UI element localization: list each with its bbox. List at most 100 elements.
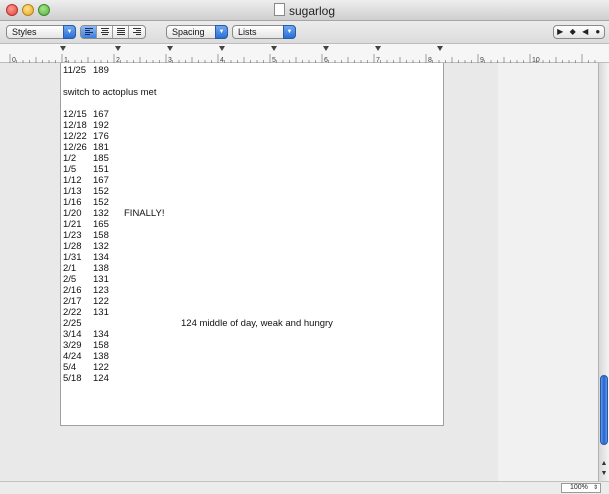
text-run: 1/12 <box>63 175 82 186</box>
text-run: 1/20 <box>63 208 82 219</box>
styles-popup[interactable]: Styles ▼ <box>6 25 76 39</box>
right-tab-icon[interactable]: ▶ <box>554 26 567 38</box>
text-run: 1/28 <box>63 241 82 252</box>
title-bar: sugarlog <box>0 0 609 21</box>
text-run: 2/5 <box>63 274 77 285</box>
align-justify-icon <box>117 28 125 36</box>
text-run: 132 <box>93 208 109 219</box>
text-run: 185 <box>93 153 109 164</box>
tab-stop-icon[interactable] <box>375 46 381 51</box>
spacing-popup-label: Spacing <box>172 27 205 37</box>
text-run: 2/16 <box>63 285 82 296</box>
text-run: 12/18 <box>63 120 87 131</box>
text-run: 2/25 <box>63 318 82 329</box>
document-page[interactable]: 11/25 189 switch to actoplus met 12/15 167 12… <box>60 63 444 426</box>
scroll-up-icon[interactable]: ▲ <box>599 459 609 469</box>
text-run: 1/21 <box>63 219 82 230</box>
window-title: sugarlog <box>288 4 336 18</box>
left-tab-icon[interactable]: ◀ <box>579 26 592 38</box>
text-run: 165 <box>93 219 109 230</box>
text-run: 122 <box>93 362 109 373</box>
text-run: 167 <box>93 109 109 120</box>
align-center-icon <box>101 28 109 36</box>
text-run: 1/31 <box>63 252 82 263</box>
text-run: 11/25 <box>63 65 87 76</box>
align-justify-button[interactable] <box>113 26 129 38</box>
tab-stop-icon[interactable] <box>219 46 225 51</box>
tab-stop-icon[interactable] <box>115 46 121 51</box>
text-run: 124 <box>93 373 109 384</box>
styles-popup-label: Styles <box>12 27 37 37</box>
text-run: FINALLY! <box>124 208 165 219</box>
scroll-down-icon[interactable]: ▼ <box>599 469 609 479</box>
chevron-down-icon: ▼ <box>215 25 228 39</box>
text-run: 2/1 <box>63 263 77 274</box>
text-run: 158 <box>93 340 109 351</box>
text-run: 1/13 <box>63 186 82 197</box>
text-run: 2/22 <box>63 307 82 318</box>
text-run: 122 <box>93 296 109 307</box>
center-tab-icon[interactable]: ● <box>592 26 605 38</box>
text-run: 132 <box>93 241 109 252</box>
decimal-tab-icon[interactable]: ◆ <box>567 26 580 38</box>
text-run: 3/14 <box>63 329 82 340</box>
text-run: 134 <box>93 329 109 340</box>
page-margin <box>498 63 598 481</box>
vertical-scrollbar[interactable]: ▲ ▼ <box>598 63 609 481</box>
format-toolbar: Styles ▼ Spacing ▼ Lists ▼ ▶ ◆ ◀ ● <box>0 21 609 43</box>
alignment-control <box>80 25 146 39</box>
align-left-icon <box>85 28 93 36</box>
text-run: 152 <box>93 197 109 208</box>
zoom-value: 100% <box>570 484 588 491</box>
align-center-button[interactable] <box>97 26 113 38</box>
text-run: switch to actoplus met <box>63 87 157 98</box>
chevron-updown-icon: ⇕ <box>592 485 598 491</box>
text-run: 1/16 <box>63 197 82 208</box>
lists-popup[interactable]: Lists ▼ <box>232 25 296 39</box>
document-icon[interactable] <box>273 3 285 16</box>
tab-stop-icon[interactable] <box>323 46 329 51</box>
status-bar: 100% ⇕ <box>0 481 609 494</box>
text-run: 12/15 <box>63 109 87 120</box>
document-area: 11/25 189 switch to actoplus met 12/15 167 12… <box>0 63 598 481</box>
text-run: 176 <box>93 131 109 142</box>
text-run: 1/23 <box>63 230 82 241</box>
text-run: 2/17 <box>63 296 82 307</box>
text-run: 138 <box>93 263 109 274</box>
text-run: 131 <box>93 274 109 285</box>
align-right-icon <box>133 28 141 36</box>
text-run: 1/2 <box>63 153 77 164</box>
text-run: 134 <box>93 252 109 263</box>
text-run: 5/4 <box>63 362 77 373</box>
ruler-ticks: 0 1 2 3 4 5 6 7 8 9 10 <box>9 46 596 64</box>
chevron-down-icon: ▼ <box>283 25 296 39</box>
tab-stop-icon[interactable] <box>167 46 173 51</box>
lists-popup-label: Lists <box>238 27 257 37</box>
text-run: 151 <box>93 164 109 175</box>
text-run: 4/24 <box>63 351 82 362</box>
text-run: 138 <box>93 351 109 362</box>
ruler[interactable]: 0 1 2 3 4 5 6 7 8 9 10 <box>0 43 609 64</box>
text-run: 152 <box>93 186 109 197</box>
scroll-thumb[interactable] <box>600 375 608 445</box>
first-line-indent-icon[interactable] <box>60 46 66 51</box>
text-run: 131 <box>93 307 109 318</box>
text-run: 123 <box>93 285 109 296</box>
text-run: 124 middle of day, weak and hungry <box>181 318 333 329</box>
tab-stop-icon[interactable] <box>271 46 277 51</box>
spacing-popup[interactable]: Spacing ▼ <box>166 25 228 39</box>
chevron-down-icon: ▼ <box>63 25 76 39</box>
align-left-button[interactable] <box>81 26 97 38</box>
text-run: 1/5 <box>63 164 77 175</box>
right-margin-icon[interactable] <box>437 46 443 51</box>
text-run: 189 <box>93 65 109 76</box>
text-run: 158 <box>93 230 109 241</box>
text-run: 167 <box>93 175 109 186</box>
text-run: 12/22 <box>63 131 87 142</box>
text-run: 12/26 <box>63 142 87 153</box>
align-right-button[interactable] <box>129 26 145 38</box>
zoom-popup[interactable]: 100% ⇕ <box>561 483 601 493</box>
text-run: 181 <box>93 142 109 153</box>
tab-navigation-control[interactable]: ▶ ◆ ◀ ● <box>553 25 605 39</box>
text-run: 192 <box>93 120 109 131</box>
